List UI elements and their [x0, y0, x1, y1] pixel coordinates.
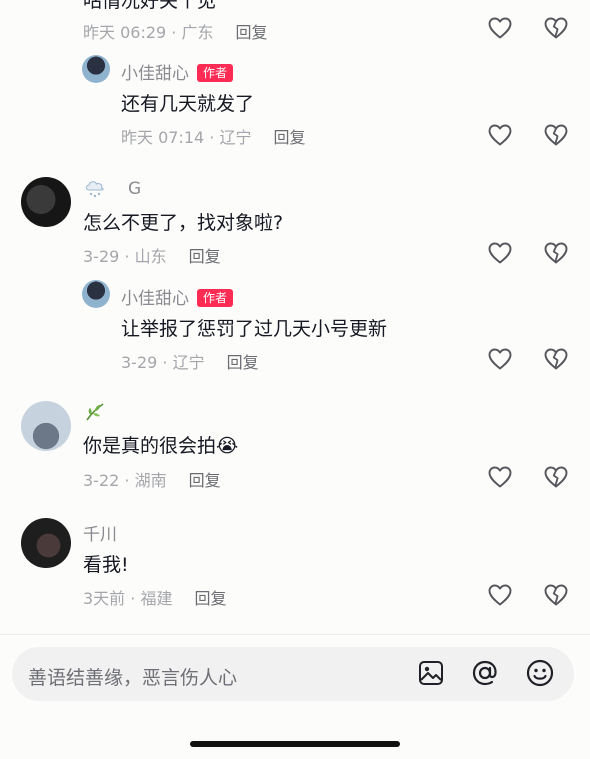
reply-button[interactable]: 回复 — [194, 589, 226, 608]
home-indicator[interactable] — [190, 741, 400, 747]
reply-button[interactable]: 回复 — [189, 471, 221, 490]
like-heart-icon[interactable] — [488, 584, 512, 606]
comment-text: 让举报了惩罚了过几天小号更新 — [121, 318, 388, 340]
comment-meta-text: 3-22 · 湖南 — [83, 471, 167, 490]
author-badge: 作者 — [197, 289, 234, 307]
comment-meta: 3天前 · 福建 回复 — [83, 585, 226, 609]
comment-input-placeholder[interactable]: 善语结善缘，恶言伤人心 — [28, 663, 237, 690]
avatar[interactable] — [21, 177, 71, 227]
reply-button[interactable]: 回复 — [227, 353, 259, 372]
comment-author[interactable]: 小佳甜心 作者 — [121, 284, 234, 309]
like-heart-icon[interactable] — [488, 124, 512, 146]
comment-author[interactable]: 小佳甜心 作者 — [121, 59, 234, 84]
comment-meta-text: 3-29 · 辽宁 — [121, 353, 205, 372]
author-badge: 作者 — [197, 64, 234, 82]
divider — [0, 634, 590, 635]
avatar[interactable] — [21, 401, 71, 451]
author-name[interactable]: 小佳甜心 — [121, 64, 189, 84]
dislike-broken-heart-icon[interactable] — [544, 124, 568, 146]
comment-text-cut: 咕情况好关个见 — [83, 0, 217, 12]
like-heart-icon[interactable] — [488, 242, 512, 264]
comment-text: 你是真的很会拍😭 — [83, 435, 239, 457]
dislike-broken-heart-icon[interactable] — [544, 17, 568, 39]
comment-meta: 3-22 · 湖南 回复 — [83, 467, 221, 491]
comment-meta: 昨天 07:14 · 辽宁 回复 — [121, 124, 305, 148]
like-heart-icon[interactable] — [488, 17, 512, 39]
comment-text: 还有几天就发了 — [121, 93, 255, 115]
like-heart-icon[interactable] — [488, 348, 512, 370]
comment-meta-text: 3天前 · 福建 — [83, 589, 173, 608]
reply-button[interactable]: 回复 — [273, 128, 305, 147]
dislike-broken-heart-icon[interactable] — [544, 584, 568, 606]
avatar[interactable] — [82, 280, 110, 308]
dislike-broken-heart-icon[interactable] — [544, 348, 568, 370]
reply-button[interactable]: 回复 — [189, 247, 221, 266]
snow-cloud-icon — [83, 179, 107, 199]
image-icon[interactable] — [418, 660, 444, 686]
comment-text: 看我! — [83, 554, 129, 576]
comment-meta: 昨天 06:29 · 广东 回复 — [83, 19, 267, 43]
comment-meta: 3-29 · 辽宁 回复 — [121, 349, 259, 373]
author-name[interactable]: 千川 — [83, 520, 117, 545]
author-name[interactable]: 小佳甜心 — [121, 289, 189, 309]
like-heart-icon[interactable] — [488, 466, 512, 488]
at-icon[interactable] — [471, 659, 499, 687]
comment-meta-text: 3-29 · 山东 — [83, 247, 167, 266]
emoji-icon[interactable] — [526, 659, 554, 687]
comment-meta: 3-29 · 山东 回复 — [83, 243, 221, 267]
avatar[interactable] — [82, 55, 110, 83]
comment-text: 怎么不更了，找对象啦? — [83, 212, 284, 234]
dislike-broken-heart-icon[interactable] — [544, 242, 568, 264]
comment-meta-text: 昨天 06:29 · 广东 — [83, 23, 214, 42]
author-name[interactable]: G — [128, 179, 141, 199]
avatar[interactable] — [21, 518, 71, 568]
dislike-broken-heart-icon[interactable] — [544, 466, 568, 488]
comment-meta-text: 昨天 07:14 · 辽宁 — [121, 128, 252, 147]
leaf-icon — [83, 401, 107, 423]
reply-button[interactable]: 回复 — [235, 23, 267, 42]
